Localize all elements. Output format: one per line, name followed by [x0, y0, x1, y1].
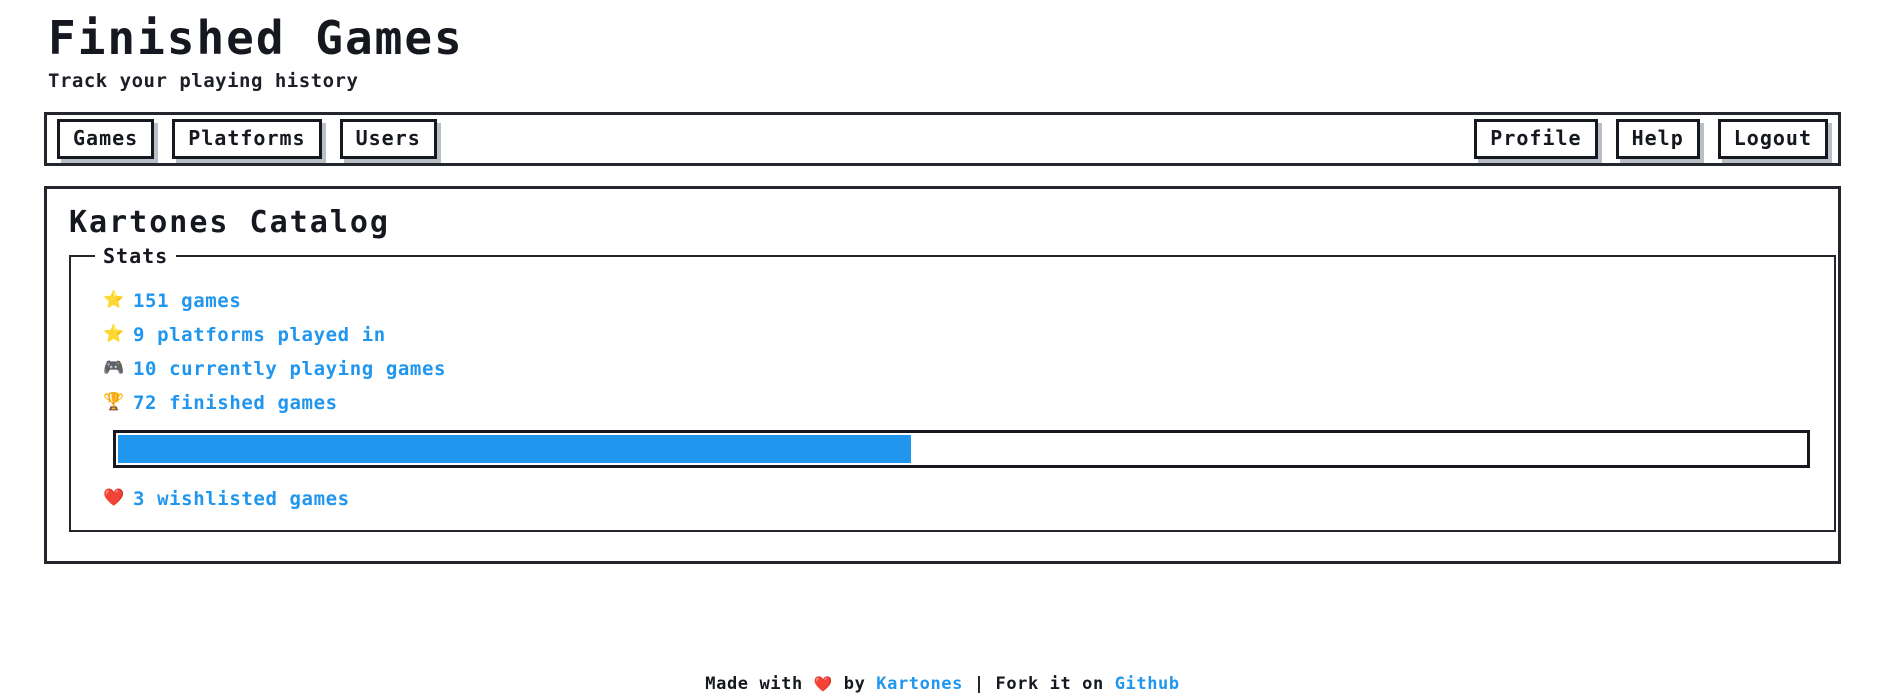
stat-text-games: games: [181, 289, 242, 312]
star-icon: ⭐: [103, 290, 125, 311]
nav-button-profile[interactable]: Profile: [1474, 118, 1598, 159]
star-icon: ⭐: [103, 324, 125, 345]
nav-button-help[interactable]: Help: [1615, 118, 1700, 159]
nav-button-platforms[interactable]: Platforms: [172, 118, 322, 159]
footer-github-link[interactable]: Github: [1115, 674, 1180, 694]
stat-count-games: 151: [133, 289, 170, 312]
catalog-title: Kartones Catalog: [69, 204, 390, 240]
footer-fork-text: Fork it on: [995, 674, 1104, 694]
stat-row-wishlisted: ❤️ 3 wishlisted games: [103, 482, 1810, 516]
page-title: Finished Games: [48, 11, 464, 65]
stat-row-finished: 🏆 72 finished games: [103, 386, 1810, 420]
stat-count-finished: 72: [133, 391, 158, 414]
footer-made-with-text: Made with: [705, 674, 803, 694]
stats-fieldset: Stats ⭐ 151 games ⭐ 9 platforms played i…: [69, 243, 1836, 532]
nav-button-games[interactable]: Games: [57, 118, 155, 159]
stat-count-currently-playing: 10: [133, 357, 158, 380]
finished-games-progress-bar: [113, 429, 1810, 468]
stat-row-currently-playing: 🎮 10 currently playing games: [103, 352, 1810, 386]
gamepad-icon: 🎮: [103, 358, 125, 379]
trophy-icon: 🏆: [103, 392, 125, 413]
stat-text-wishlisted: wishlisted games: [157, 487, 350, 510]
nav-left-group: Games Platforms Users: [57, 118, 437, 159]
stat-text-platforms: platforms played in: [157, 323, 386, 346]
stat-label-currently-playing: 10 currently playing games: [133, 358, 446, 380]
progress-bar-fill: [118, 434, 911, 463]
app-root: Finished Games Track your playing histor…: [0, 0, 1885, 700]
main-navigation-bar: Games Platforms Users Profile Help Logou…: [44, 111, 1841, 166]
heart-icon: ❤️: [103, 488, 125, 509]
stat-count-wishlisted: 3: [133, 487, 146, 510]
nav-button-logout[interactable]: Logout: [1717, 118, 1828, 159]
stat-row-games: ⭐ 151 games: [103, 284, 1810, 318]
heart-icon: ❤️: [813, 675, 833, 693]
page-subtitle: Track your playing history: [48, 69, 359, 92]
page-footer: Made with ❤️ by Kartones | Fork it on Gi…: [0, 674, 1885, 694]
footer-by-text: by: [843, 674, 866, 694]
footer-author-link[interactable]: Kartones: [876, 674, 963, 694]
nav-button-users[interactable]: Users: [339, 118, 437, 159]
stat-label-platforms: 9 platforms played in: [133, 324, 386, 346]
nav-right-group: Profile Help Logout: [1474, 118, 1828, 159]
stat-count-platforms: 9: [133, 323, 146, 346]
stat-label-games: 151 games: [133, 290, 241, 312]
stat-text-finished: finished games: [169, 391, 338, 414]
stat-row-platforms: ⭐ 9 platforms played in: [103, 318, 1810, 352]
footer-separator: |: [973, 674, 985, 694]
catalog-panel: Kartones Catalog Stats ⭐ 151 games ⭐ 9 p…: [44, 185, 1841, 564]
stat-label-wishlisted: 3 wishlisted games: [133, 488, 350, 510]
stat-label-finished: 72 finished games: [133, 392, 338, 414]
stat-text-currently-playing: currently playing games: [169, 357, 447, 380]
stats-legend: Stats: [103, 243, 169, 268]
